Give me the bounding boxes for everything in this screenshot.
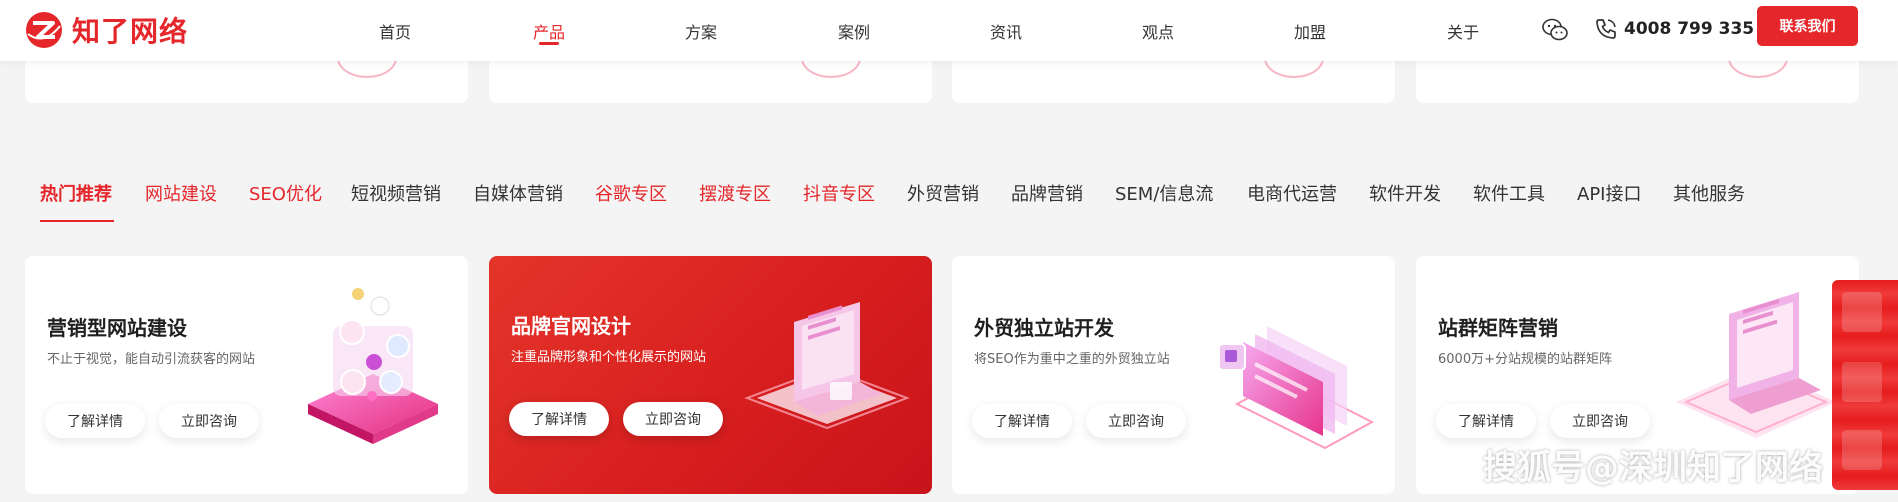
top-card [489, 54, 932, 103]
top-card [25, 54, 468, 103]
consult-button[interactable]: 立即咨询 [623, 402, 723, 436]
tab-sem[interactable]: SEM/信息流 [1115, 183, 1213, 207]
tab-other[interactable]: 其他服务 [1673, 183, 1745, 207]
category-tabs: 热门推荐 网站建设 SEO优化 短视频营销 自媒体营销 谷歌专区 摆渡专区 抖音… [0, 175, 1898, 225]
laptop-matrix-illustration-icon [1676, 292, 1836, 438]
card-title: 营销型网站建设 [47, 316, 187, 340]
consult-button[interactable]: 立即咨询 [1086, 404, 1186, 438]
tab-google[interactable]: 谷歌专区 [595, 183, 667, 207]
tab-self-media[interactable]: 自媒体营销 [473, 183, 563, 207]
learn-more-button[interactable]: 了解详情 [1436, 404, 1536, 438]
tab-douyin[interactable]: 抖音专区 [803, 183, 875, 207]
active-tab-indicator [40, 220, 114, 222]
product-card[interactable]: 外贸独立站开发 将SEO作为重中之重的外贸独立站 了解详情 立即咨询 [952, 256, 1395, 494]
tab-baidu[interactable]: 摆渡专区 [699, 183, 771, 207]
tab-ecommerce[interactable]: 电商代运营 [1247, 183, 1337, 207]
nav-item-franchise[interactable]: 加盟 [1255, 0, 1365, 61]
laptop-illustration-icon [744, 302, 910, 430]
nav-item-cases[interactable]: 案例 [799, 0, 909, 61]
contact-us-button[interactable]: 联系我们 [1757, 6, 1858, 46]
tab-api[interactable]: API接口 [1577, 183, 1641, 207]
top-card [1416, 54, 1859, 103]
logo-text: 知了网络 [72, 15, 189, 48]
learn-more-button[interactable]: 了解详情 [45, 404, 145, 438]
tab-seo[interactable]: SEO优化 [249, 183, 322, 207]
learn-more-button[interactable]: 了解详情 [509, 402, 609, 436]
consult-button[interactable]: 立即咨询 [1550, 404, 1650, 438]
browser-windows-illustration-icon [1218, 326, 1375, 450]
product-card-featured[interactable]: 品牌官网设计 注重品牌形象和个性化展示的网站 了解详情 立即咨询 [489, 256, 932, 494]
nav-item-news[interactable]: 资讯 [951, 0, 1061, 61]
tab-brand[interactable]: 品牌营销 [1011, 183, 1083, 207]
nav-item-about[interactable]: 关于 [1408, 0, 1518, 61]
nav-item-products[interactable]: 产品 [494, 0, 604, 61]
tab-software-tools[interactable]: 软件工具 [1473, 183, 1545, 207]
tab-short-video[interactable]: 短视频营销 [351, 183, 441, 207]
side-float-widget[interactable] [1832, 280, 1898, 490]
tab-hot[interactable]: 热门推荐 [40, 183, 112, 207]
phone-icon [1596, 19, 1616, 39]
watermark: 搜狐号@深圳知了网络 [1483, 448, 1823, 488]
card-subtitle: 6000万+分站规模的站群矩阵 [1438, 352, 1612, 367]
wechat-icon[interactable] [1540, 15, 1570, 45]
nav-item-solutions[interactable]: 方案 [646, 0, 756, 61]
logo[interactable]: 知了网络 [24, 8, 188, 52]
consult-button[interactable]: 立即咨询 [159, 404, 259, 438]
nav-item-home[interactable]: 首页 [340, 0, 450, 61]
card-subtitle: 注重品牌形象和个性化展示的网站 [511, 350, 707, 365]
top-card [952, 54, 1395, 103]
card-title: 外贸独立站开发 [974, 316, 1114, 340]
tab-software-dev[interactable]: 软件开发 [1369, 183, 1441, 207]
card-title: 站群矩阵营销 [1438, 316, 1558, 340]
zhiliao-logo-icon [26, 12, 62, 48]
site-header: 知了网络 首页 产品 方案 案例 资讯 观点 加盟 关于 4008 799 33… [0, 0, 1898, 61]
card-subtitle: 不止于视觉，能自动引流获客的网站 [47, 352, 256, 367]
product-card[interactable]: 营销型网站建设 不止于视觉，能自动引流获客的网站 了解详情 立即咨询 [25, 256, 468, 494]
card-subtitle: 将SEO作为重中之重的外贸独立站 [974, 352, 1170, 367]
tab-foreign-trade[interactable]: 外贸营销 [907, 183, 979, 207]
phone-number: 4008 799 335 [1624, 19, 1755, 39]
card-title: 品牌官网设计 [511, 314, 631, 338]
nav-item-views[interactable]: 观点 [1103, 0, 1213, 61]
tab-website[interactable]: 网站建设 [145, 183, 217, 207]
team-network-illustration-icon [308, 288, 438, 444]
learn-more-button[interactable]: 了解详情 [972, 404, 1072, 438]
